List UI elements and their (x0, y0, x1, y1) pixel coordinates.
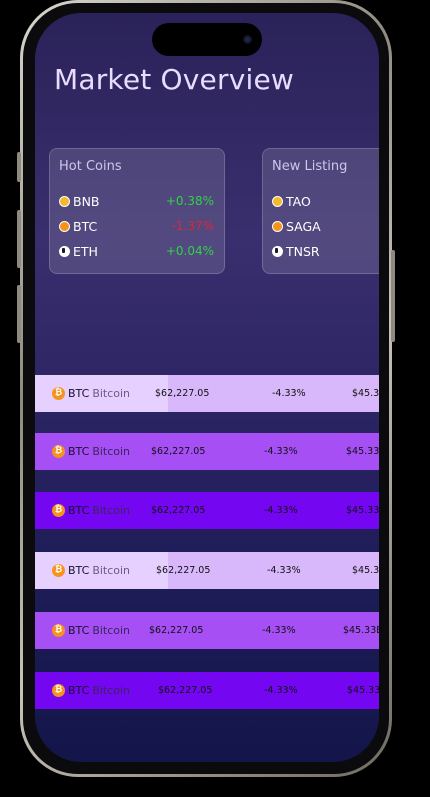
bitcoin-icon: ₿ (52, 564, 65, 577)
market-row[interactable]: ₿ BTC Bitcoin $62,227.05 -4.33% $45.33 (35, 672, 379, 709)
hot-coins-title: Hot Coins (59, 159, 122, 174)
row-market-cap: $45.33B (343, 625, 379, 636)
new-listing-row-tao[interactable]: TAO + (272, 192, 379, 210)
hot-coin-row-btc[interactable]: BTC -1.37% (59, 217, 214, 235)
camera-icon (243, 35, 252, 44)
row-price: $62,227.05 (151, 505, 206, 516)
row-market-cap: $45.33 (347, 685, 379, 696)
row-symbol: BTC (68, 684, 90, 697)
new-listing-title: New Listing (272, 159, 348, 174)
coin-change: +0.04% (165, 244, 214, 258)
bnb-coin-icon (59, 195, 70, 207)
row-name-cell: ₿ BTC Bitcoin (35, 552, 168, 589)
row-market-cap: $45.33 (346, 505, 379, 516)
coin-symbol: BNB (73, 193, 100, 209)
row-price: $62,227.05 (156, 565, 211, 576)
hot-coin-row-eth[interactable]: ETH +0.04% (59, 242, 214, 260)
new-listing-row-tnsr[interactable]: TNSR (272, 242, 379, 260)
hot-coin-row-bnb[interactable]: BNB +0.38% (59, 192, 214, 210)
row-market-cap: $45.33B (346, 446, 379, 457)
row-name-cell: ₿ BTC Bitcoin (35, 433, 168, 470)
row-name: Bitcoin (92, 624, 131, 637)
market-row[interactable]: ₿ BTC Bitcoin $62,227.05 -4.33% $45.33B (35, 612, 379, 649)
power-button (391, 250, 395, 342)
bitcoin-icon: ₿ (52, 445, 65, 458)
row-symbol: BTC (68, 445, 90, 458)
row-change: -4.33% (264, 446, 298, 457)
row-name-cell: ₿ BTC Bitcoin (35, 375, 168, 412)
row-market-cap: $45.33 (352, 565, 379, 576)
bitcoin-icon: ₿ (52, 387, 65, 400)
market-row[interactable]: ₿ BTC Bitcoin $62,227.05 -4.33% $45.33 (35, 375, 379, 412)
market-row[interactable]: ₿ BTC Bitcoin $62,227.05 -4.33% $45.33B (35, 433, 379, 470)
row-price: $62,227.05 (155, 388, 210, 399)
tnsr-coin-icon (272, 245, 283, 257)
row-name: Bitcoin (92, 684, 131, 697)
coin-change: +0.38% (165, 194, 214, 208)
saga-coin-icon (272, 220, 283, 232)
row-change: -4.33% (262, 625, 296, 636)
row-price: $62,227.05 (149, 625, 204, 636)
row-price: $62,227.05 (158, 685, 213, 696)
page-title: Market Overview (54, 63, 294, 96)
volume-up-button (17, 210, 21, 268)
bitcoin-icon: ₿ (52, 624, 65, 637)
row-name: Bitcoin (92, 504, 131, 517)
bitcoin-icon: ₿ (52, 684, 65, 697)
new-listing-row-saga[interactable]: SAGA (272, 217, 379, 235)
row-name-cell: ₿ BTC Bitcoin (35, 672, 168, 709)
btc-coin-icon (59, 220, 70, 232)
row-name: Bitcoin (92, 387, 131, 400)
row-market-cap: $45.33 (352, 388, 379, 399)
row-symbol: BTC (68, 387, 90, 400)
hot-coins-card[interactable]: Hot Coins BNB +0.38% BTC -1.37% ETH +0.0… (49, 148, 225, 274)
coin-change: -1.37% (171, 219, 214, 233)
row-name: Bitcoin (92, 445, 131, 458)
row-name: Bitcoin (92, 564, 131, 577)
eth-coin-icon (59, 245, 70, 257)
bitcoin-icon: ₿ (52, 504, 65, 517)
market-row[interactable]: ₿ BTC Bitcoin $62,227.05 -4.33% $45.33 (35, 492, 379, 529)
row-change: -4.33% (272, 388, 306, 399)
row-name-cell: ₿ BTC Bitcoin (35, 492, 168, 529)
volume-down-button (17, 285, 21, 343)
row-price: $62,227.05 (151, 446, 206, 457)
row-symbol: BTC (68, 504, 90, 517)
dynamic-island (152, 23, 262, 56)
tao-coin-icon (272, 195, 283, 207)
coin-symbol: SAGA (286, 218, 321, 234)
market-row[interactable]: ₿ BTC Bitcoin $62,227.05 -4.33% $45.33 (35, 552, 379, 589)
app-screen: Market Overview Hot Coins BNB +0.38% BTC… (35, 13, 379, 762)
coin-symbol: TAO (286, 193, 311, 209)
new-listing-card[interactable]: New Listing TAO + SAGA TNSR (262, 148, 379, 274)
row-change: -4.33% (264, 505, 298, 516)
coin-symbol: TNSR (286, 243, 320, 259)
action-button (17, 152, 21, 182)
row-change: -4.33% (267, 565, 301, 576)
coin-symbol: BTC (73, 218, 98, 234)
row-symbol: BTC (68, 564, 90, 577)
row-change: -4.33% (264, 685, 298, 696)
coin-symbol: ETH (73, 243, 98, 259)
row-symbol: BTC (68, 624, 90, 637)
